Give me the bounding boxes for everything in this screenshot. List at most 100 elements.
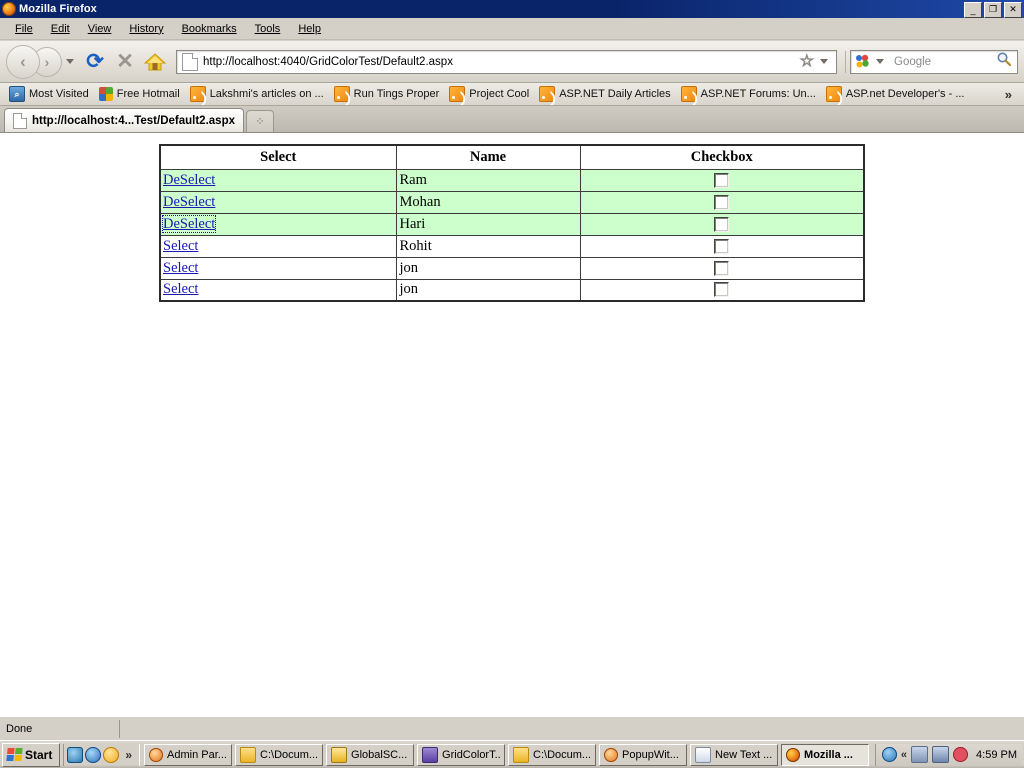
row-checkbox[interactable] [714, 260, 730, 276]
cell-name: Hari [395, 212, 581, 236]
table-row: DeSelect Ram [159, 168, 865, 192]
start-button[interactable]: Start [2, 742, 61, 767]
row-select-link[interactable]: Select [163, 281, 198, 297]
menu-item-tools[interactable]: Tools [246, 21, 290, 37]
table-head: Select Name Checkbox [159, 144, 865, 170]
restore-button[interactable]: ❐ [984, 2, 1002, 18]
row-select-link[interactable]: DeSelect [163, 194, 215, 210]
close-icon: ✕ [116, 50, 134, 73]
url-text[interactable]: http://localhost:4040/GridColorTest/Defa… [203, 56, 798, 68]
table-row: DeSelect Mohan [159, 190, 865, 214]
bookmark-free-hotmail[interactable]: Free Hotmail [94, 86, 185, 102]
row-checkbox[interactable] [714, 194, 730, 210]
table-row: Select Rohit [159, 234, 865, 258]
navigation-toolbar: ‹ › ⟳ ✕ http://localhost:4040/GridColorT… [0, 41, 1024, 83]
tab-default2-aspx[interactable]: http://localhost:4...Test/Default2.aspx [4, 108, 244, 132]
taskbar-button-documents-1[interactable]: C:\Docum... [235, 743, 324, 766]
row-select-link[interactable]: DeSelect [163, 172, 215, 188]
row-select-link[interactable]: DeSelect [161, 214, 217, 233]
firefox-icon [2, 2, 16, 16]
menu-item-file[interactable]: File [6, 21, 42, 37]
chevron-down-icon[interactable] [66, 59, 74, 64]
media-player-icon[interactable] [103, 746, 120, 763]
row-checkbox[interactable] [714, 172, 730, 188]
bookmark-label: ASP.NET Daily Articles [559, 88, 671, 100]
bookmark-aspnet-daily-articles[interactable]: ASP.NET Daily Articles [534, 85, 675, 103]
app-icon [331, 746, 348, 763]
tab-bar: http://localhost:4...Test/Default2.aspx … [0, 106, 1024, 133]
clock[interactable]: 4:59 PM [972, 749, 1017, 761]
bookmark-star-icon[interactable]: ☆ [799, 53, 814, 70]
bookmark-label: Run Tings Proper [353, 88, 440, 100]
help-icon[interactable] [881, 747, 897, 762]
taskbar-button-globalsc[interactable]: GlobalSC... [326, 743, 415, 766]
new-tab-button[interactable]: ⁘ [246, 110, 274, 132]
show-desktop-icon[interactable] [67, 746, 84, 763]
taskbar-button-mozilla[interactable]: Mozilla ... [781, 743, 870, 766]
status-text: Done [6, 722, 33, 735]
close-button[interactable]: ✕ [1004, 2, 1022, 18]
window-title: Mozilla Firefox [19, 3, 97, 15]
bookmark-project-cool[interactable]: Project Cool [444, 85, 534, 103]
status-panel: Done [0, 719, 120, 738]
url-dropdown-icon[interactable] [820, 59, 828, 64]
menu-item-edit[interactable]: Edit [42, 21, 79, 37]
row-checkbox[interactable] [714, 282, 730, 298]
most-visited-icon: ⌕ [9, 86, 25, 102]
back-button[interactable]: ‹ [6, 44, 40, 79]
quick-launch-overflow-icon[interactable]: » [121, 748, 136, 762]
internet-explorer-icon[interactable] [85, 746, 102, 763]
network-icon[interactable] [932, 746, 950, 763]
row-checkbox[interactable] [714, 238, 730, 254]
taskbar: Start » Admin Par... C:\Docum... GlobalS… [0, 740, 1024, 768]
notepad-icon [695, 746, 712, 763]
bookmark-most-visited[interactable]: ⌕ Most Visited [4, 85, 94, 103]
menu-bar: File Edit View History Bookmarks Tools H… [0, 18, 1024, 40]
rss-feed-icon [825, 86, 842, 102]
search-input[interactable]: Google [890, 56, 996, 68]
bookmark-aspnet-developers[interactable]: ASP.net Developer's - ... [821, 85, 970, 103]
bookmarks-overflow-chevron-icon[interactable]: » [1005, 87, 1020, 102]
reload-button[interactable]: ⟳ [80, 47, 110, 77]
antivirus-icon[interactable] [953, 747, 969, 762]
url-bar[interactable]: http://localhost:4040/GridColorTest/Defa… [176, 49, 837, 74]
bookmark-aspnet-forums[interactable]: ASP.NET Forums: Un... [676, 85, 821, 103]
row-select-link[interactable]: Select [163, 260, 198, 276]
home-button[interactable] [140, 47, 170, 77]
row-select-link[interactable]: Select [163, 238, 198, 254]
menu-item-view[interactable]: View [79, 21, 121, 37]
menu-item-bookmarks[interactable]: Bookmarks [173, 21, 246, 37]
cell-select: DeSelect [159, 168, 397, 192]
search-bar[interactable]: Google [850, 49, 1018, 74]
cell-checkbox [579, 278, 865, 302]
search-engine-dropdown-icon[interactable] [876, 59, 884, 64]
taskbar-button-documents-2[interactable]: C:\Docum... [508, 743, 597, 766]
cell-checkbox [579, 256, 865, 280]
bookmarks-toolbar: ⌕ Most Visited Free Hotmail Lakshmi's ar… [0, 83, 1024, 106]
google-icon[interactable] [855, 54, 870, 69]
taskbar-button-popupwit[interactable]: PopupWit... [599, 743, 688, 766]
bookmark-label: Project Cool [469, 88, 530, 100]
cell-name: jon [395, 256, 581, 280]
taskbar-button-label: PopupWit... [622, 748, 679, 761]
menu-item-history[interactable]: History [120, 21, 172, 37]
tray-expand-chevron-icon[interactable]: « [901, 749, 907, 761]
search-icon[interactable] [996, 51, 1012, 72]
network-icon[interactable] [911, 746, 929, 763]
menu-item-help[interactable]: Help [289, 21, 330, 37]
bookmark-lakshmi-articles[interactable]: Lakshmi's articles on ... [185, 85, 329, 103]
column-header-checkbox: Checkbox [579, 144, 865, 170]
taskbar-button-admin[interactable]: Admin Par... [144, 743, 233, 766]
minimize-button[interactable]: _ [964, 2, 982, 18]
taskbar-button-gridcolortest[interactable]: GridColorT... [417, 743, 506, 766]
toolbar-separator [845, 50, 846, 73]
table-body: DeSelect Ram DeSelect Mohan DeSelect Har… [159, 168, 865, 302]
status-bar: Done [0, 716, 1024, 740]
bookmark-run-tings-proper[interactable]: Run Tings Proper [329, 85, 445, 103]
stop-button[interactable]: ✕ [110, 47, 140, 77]
taskbar-button-new-text[interactable]: New Text ... [690, 743, 779, 766]
cell-checkbox [579, 212, 865, 236]
row-checkbox[interactable] [714, 216, 730, 232]
bookmark-label: Lakshmi's articles on ... [209, 88, 324, 100]
admin-icon [149, 747, 164, 762]
